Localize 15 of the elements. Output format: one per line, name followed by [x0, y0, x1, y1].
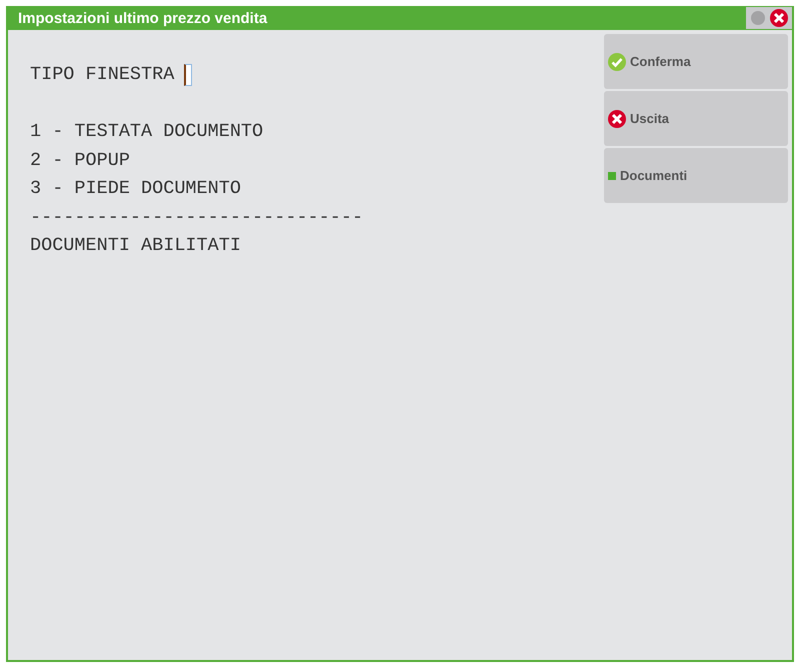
text-line: 3 - PIEDE DOCUMENTO [30, 177, 242, 201]
text-line: 2 - POPUP [30, 148, 131, 172]
prompt-label: TIPO FINESTRA [30, 63, 174, 87]
confirm-button[interactable]: Conferma [604, 34, 788, 89]
text-line: ------------------------------ [30, 206, 364, 230]
documents-button[interactable]: Documenti [604, 148, 788, 203]
exit-button[interactable]: Uscita [604, 91, 788, 146]
close-icon[interactable] [770, 9, 788, 27]
check-icon [608, 52, 626, 70]
window-title: Impostazioni ultimo prezzo vendita [18, 10, 268, 26]
square-icon [608, 172, 616, 180]
text-line: DOCUMENTI ABILITATI [30, 234, 242, 258]
input-field[interactable] [184, 64, 192, 86]
text-line: 1 - TESTATA DOCUMENTO [30, 120, 264, 144]
close-icon [608, 110, 626, 128]
